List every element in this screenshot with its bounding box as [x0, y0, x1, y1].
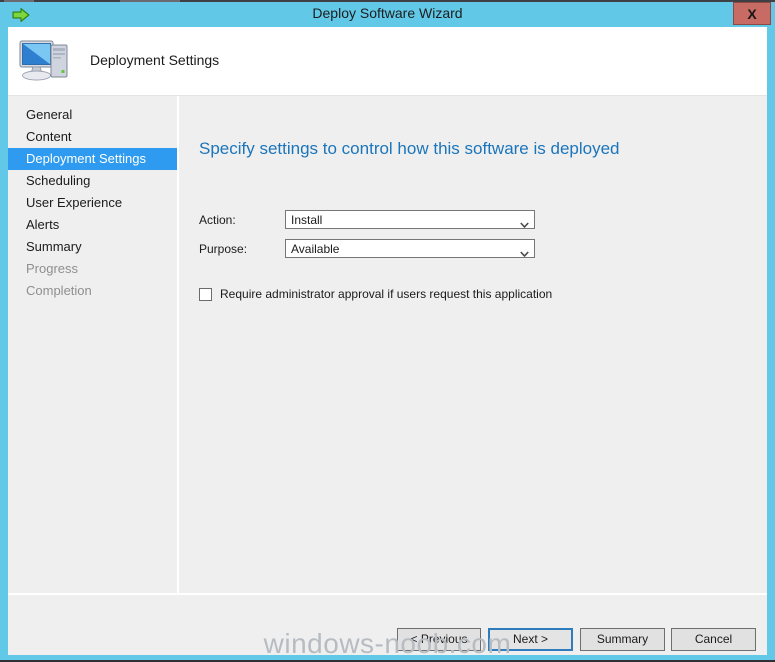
- window-titlebar: Deploy Software Wizard X: [0, 2, 775, 27]
- wizard-body: General Content Deployment Settings Sche…: [8, 96, 767, 593]
- banner-title: Deployment Settings: [90, 52, 220, 68]
- action-select-value: Install: [291, 213, 323, 227]
- sidebar-item-scheduling[interactable]: Scheduling: [8, 170, 177, 192]
- chevron-down-icon: [520, 245, 529, 258]
- sidebar-item-user-experience[interactable]: User Experience: [8, 192, 177, 214]
- wizard-step-sidebar: General Content Deployment Settings Sche…: [8, 96, 177, 593]
- sidebar-item-alerts[interactable]: Alerts: [8, 214, 177, 236]
- wizard-footer: < Previous Next > Summary Cancel: [8, 595, 767, 655]
- purpose-label: Purpose:: [199, 241, 248, 256]
- purpose-select[interactable]: Available: [285, 239, 535, 258]
- admin-approval-label: Require administrator approval if users …: [220, 287, 553, 301]
- next-button[interactable]: Next >: [488, 628, 573, 651]
- cancel-button[interactable]: Cancel: [671, 628, 756, 651]
- window-title: Deploy Software Wizard: [312, 5, 463, 21]
- action-label: Action:: [199, 212, 236, 227]
- admin-approval-checkbox[interactable]: [199, 287, 212, 301]
- sidebar-item-completion: Completion: [26, 283, 92, 298]
- deployment-settings-form: Action: Install Purpose: Available: [199, 210, 535, 268]
- sidebar-content-divider: [177, 96, 185, 593]
- sidebar-item-general[interactable]: General: [8, 104, 177, 126]
- page-title: Specify settings to control how this sof…: [199, 139, 620, 158]
- wizard-content-panel: Specify settings to control how this sof…: [185, 96, 767, 593]
- wizard-banner: Deployment Settings: [8, 27, 767, 96]
- window-client-area: Deployment Settings General Content Depl…: [8, 27, 767, 655]
- computer-icon: [18, 36, 72, 86]
- action-select[interactable]: Install: [285, 210, 535, 229]
- deploy-software-wizard-window: Deploy Software Wizard X Deployment Sett…: [0, 2, 775, 662]
- chevron-down-icon: [520, 216, 529, 229]
- admin-approval-checkbox-row[interactable]: Require administrator approval if users …: [199, 287, 552, 301]
- action-field-row: Action: Install: [199, 210, 535, 229]
- summary-button[interactable]: Summary: [580, 628, 665, 651]
- close-button[interactable]: X: [733, 2, 771, 25]
- purpose-select-value: Available: [291, 242, 340, 256]
- sidebar-item-deployment-settings[interactable]: Deployment Settings: [8, 148, 177, 170]
- sidebar-item-content[interactable]: Content: [8, 126, 177, 148]
- sidebar-item-summary[interactable]: Summary: [8, 236, 177, 258]
- sidebar-item-progress: Progress: [26, 261, 79, 276]
- purpose-field-row: Purpose: Available: [199, 239, 535, 258]
- previous-button[interactable]: < Previous: [397, 628, 481, 651]
